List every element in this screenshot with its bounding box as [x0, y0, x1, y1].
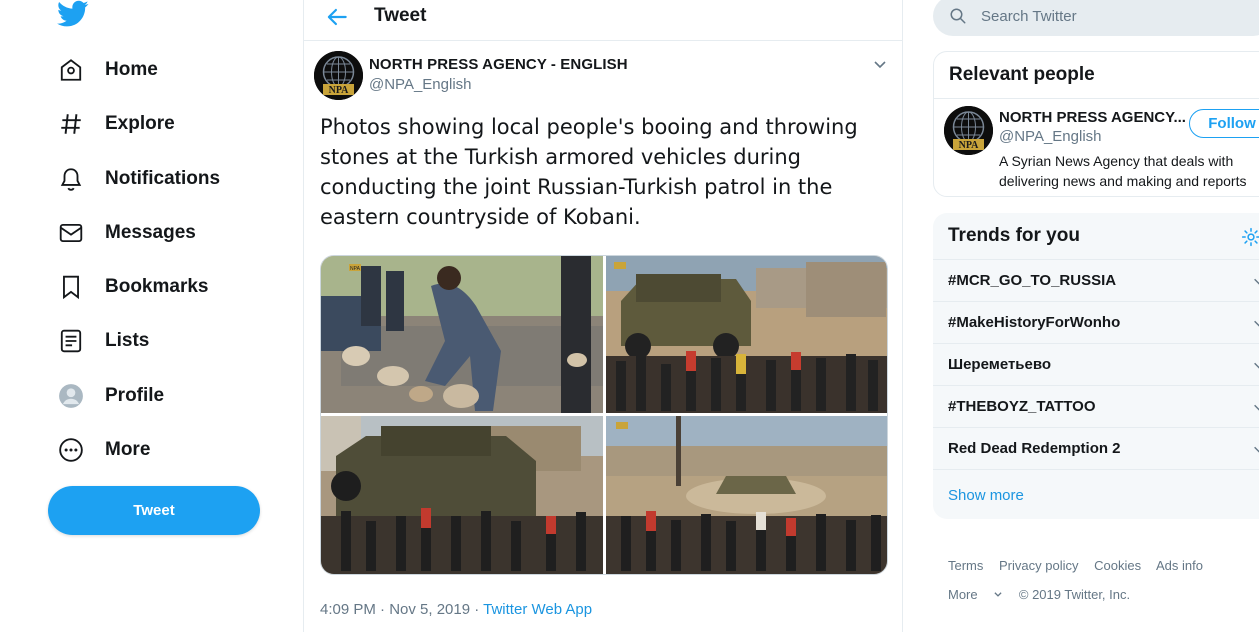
author-avatar[interactable]: NPA [314, 51, 363, 100]
footer-link-terms[interactable]: Terms [948, 558, 983, 573]
nav-label-explore: Explore [105, 113, 175, 134]
tweet-text: Photos showing local people's booing and… [320, 115, 858, 229]
compose-tweet-button[interactable]: Tweet [48, 486, 260, 535]
nav-item-explore[interactable]: Explore [48, 101, 185, 147]
trends-card: Trends for you #MCR_GO_TO_RUSSIA #MakeHi… [933, 213, 1259, 519]
nav-label-lists: Lists [105, 330, 150, 351]
trends-title: Trends for you [933, 213, 1259, 260]
footer-link-cookies[interactable]: Cookies [1094, 558, 1141, 573]
tweet-photo-3[interactable] [321, 416, 603, 574]
author-name[interactable]: NORTH PRESS AGENCY - ENGLISH [369, 56, 628, 73]
trend-name: #MCR_GO_TO_RUSSIA [948, 272, 1117, 289]
show-more-link[interactable]: Show more [933, 470, 1259, 519]
trend-item[interactable]: #THEBOYZ_TATTOO [933, 386, 1259, 428]
bio-line-1: A Syrian News Agency that deals with [999, 153, 1234, 169]
nav-item-more[interactable]: More [48, 427, 160, 473]
relevant-person-handle[interactable]: @NPA_English [999, 128, 1102, 145]
nav-label-bookmarks: Bookmarks [105, 276, 209, 297]
nav-label-more: More [105, 439, 151, 460]
tweet-photo-4[interactable] [606, 416, 887, 574]
footer-link-privacy[interactable]: Privacy policy [999, 558, 1078, 573]
relevant-person-name[interactable]: NORTH PRESS AGENCY... [999, 109, 1186, 126]
relevant-person-bio: A Syrian News Agency that deals with del… [999, 151, 1259, 191]
trend-name: Шереметьево [948, 356, 1052, 373]
nav-item-profile[interactable]: Profile [48, 373, 174, 419]
photo-1-watermark: NPA [350, 266, 361, 272]
chevron-down-icon [994, 592, 1002, 597]
nav-item-lists[interactable]: Lists [48, 318, 159, 364]
hashtag-icon [61, 114, 81, 134]
tweet-photo-2[interactable] [606, 256, 887, 413]
footer-more-menu[interactable]: More [948, 587, 1003, 602]
footer-more-label: More [948, 587, 978, 602]
nav-label-home: Home [105, 59, 158, 80]
footer-links: Terms Privacy policy Cookies Ads info Mo… [948, 551, 1248, 609]
npa-logo-icon: NPA [314, 51, 363, 100]
trend-name: Red Dead Redemption 2 [948, 440, 1121, 457]
bookmark-icon [63, 275, 79, 300]
relevant-person-avatar[interactable]: NPA [944, 106, 993, 155]
twitter-logo-icon[interactable] [57, 0, 89, 28]
sidebar-column: Relevant people NPA NORTH PRESS AGENCY..… [903, 0, 1259, 632]
chevron-down-icon[interactable] [1252, 400, 1259, 414]
relevant-people-card: Relevant people NPA NORTH PRESS AGENCY..… [933, 51, 1259, 197]
tweet-meta: 4:09 PM · Nov 5, 2019 · Twitter Web App [320, 601, 592, 618]
npa-logo-icon: NPA [944, 106, 993, 155]
nav-item-messages[interactable]: Messages [48, 210, 206, 256]
relevant-people-title: Relevant people [934, 52, 1259, 99]
tweet-photo-1[interactable]: NPA [321, 256, 603, 413]
trend-name: #MakeHistoryForWonho [948, 314, 1121, 331]
search-bar[interactable] [933, 0, 1259, 36]
author-handle[interactable]: @NPA_English [369, 76, 472, 93]
chevron-down-icon[interactable] [1252, 316, 1259, 330]
tweet-source-link[interactable]: Twitter Web App [483, 601, 592, 618]
nav-label-messages: Messages [105, 222, 196, 243]
search-input[interactable] [981, 7, 1231, 25]
trend-name: #THEBOYZ_TATTOO [948, 398, 1096, 415]
more-icon [59, 438, 83, 462]
follow-button[interactable]: Follow [1189, 109, 1259, 138]
back-arrow-icon[interactable] [324, 4, 350, 30]
nav-label-notifications: Notifications [105, 168, 221, 189]
tweet-detail-column: Tweet NPA NORTH PRESS AGENCY - ENGLISH @… [303, 0, 903, 632]
search-icon [950, 8, 966, 24]
mail-icon [59, 223, 83, 243]
gear-icon[interactable] [1241, 227, 1259, 247]
avatar-monogram: NPA [329, 85, 350, 96]
chevron-down-icon[interactable] [1252, 358, 1259, 372]
page-title: Tweet [374, 5, 427, 26]
tweet-timestamp[interactable]: 4:09 PM · Nov 5, 2019 · [320, 601, 483, 618]
profile-icon [59, 384, 83, 408]
tweet-photo-grid: NPA [320, 255, 888, 575]
relevant-avatar-monogram: NPA [959, 140, 980, 151]
copyright-text: © 2019 Twitter, Inc. [1018, 587, 1131, 602]
trend-item[interactable]: #MCR_GO_TO_RUSSIA [933, 260, 1259, 302]
bell-icon [60, 168, 82, 191]
chevron-down-icon[interactable] [872, 56, 888, 72]
home-icon [60, 59, 82, 81]
column-header: Tweet [304, 0, 902, 41]
trend-item[interactable]: Шереметьево [933, 344, 1259, 386]
bio-line-2: delivering news and making and reports [999, 173, 1247, 189]
chevron-down-icon[interactable] [1252, 442, 1259, 456]
chevron-down-icon[interactable] [1252, 274, 1259, 288]
trend-item[interactable]: #MakeHistoryForWonho [933, 302, 1259, 344]
list-icon [60, 329, 82, 353]
primary-nav: Home Explore Notifications Messages Book… [0, 0, 303, 632]
nav-item-notifications[interactable]: Notifications [48, 156, 230, 202]
nav-item-home[interactable]: Home [48, 47, 168, 93]
footer-link-ads-info[interactable]: Ads info [1156, 558, 1203, 573]
nav-label-profile: Profile [105, 385, 165, 406]
nav-item-bookmarks[interactable]: Bookmarks [48, 264, 219, 310]
trend-item[interactable]: Red Dead Redemption 2 [933, 428, 1259, 470]
